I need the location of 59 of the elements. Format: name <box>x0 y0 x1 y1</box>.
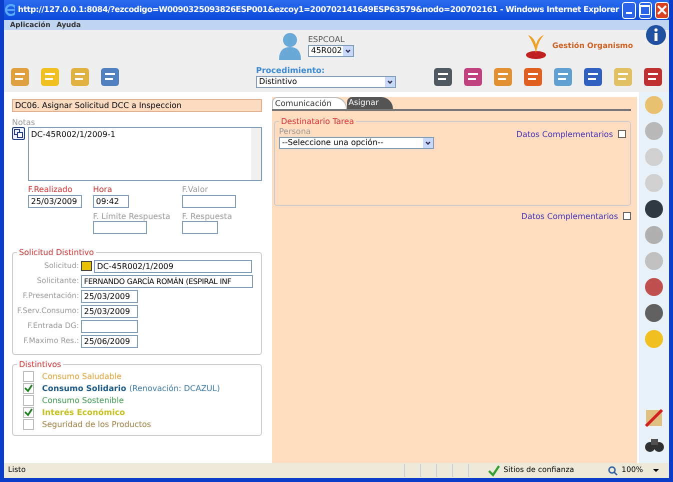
date-label: F.Realizado <box>28 185 74 195</box>
text-field[interactable]: DC-45R002/1/2009 <box>94 260 252 273</box>
checkbox[interactable] <box>23 383 34 394</box>
section-legend: Distintivos <box>17 360 64 370</box>
notes-label: Notas <box>12 118 36 128</box>
checkbox-label: Consumo Saludable <box>42 372 122 382</box>
complementary-data-link[interactable]: Datos Complementarios <box>521 212 618 221</box>
date-field[interactable]: 25/06/2009 <box>81 334 138 348</box>
zoom-icon <box>608 466 618 476</box>
checkbox[interactable] <box>23 407 34 418</box>
date-field[interactable] <box>182 220 218 234</box>
complementary-data-link[interactable]: Datos Complementarios <box>516 130 613 139</box>
minimize-button[interactable] <box>622 2 636 18</box>
date-field[interactable]: 09:42 <box>93 194 129 208</box>
chevron-down-icon[interactable] <box>385 76 395 87</box>
date-label: Hora <box>93 185 114 195</box>
date-label: F.Valor <box>182 185 210 195</box>
user-name: ESPCOAL <box>308 35 346 45</box>
checkbox[interactable] <box>23 419 34 430</box>
checkbox-label: Interés Económico <box>42 408 126 418</box>
user-icon <box>278 32 302 60</box>
chevron-down-icon[interactable] <box>423 138 433 148</box>
lookup-icon[interactable] <box>81 261 92 272</box>
expand-icon[interactable] <box>623 212 631 220</box>
person-dropdown[interactable]: --Seleccione una opción-- <box>279 136 434 149</box>
unit-dropdown[interactable]: 45R002 <box>308 44 354 57</box>
info-icon[interactable] <box>645 24 667 46</box>
checkbox-label: Consumo Sostenible <box>42 396 124 406</box>
tab[interactable]: Comunicación <box>272 97 347 110</box>
maximize-button[interactable] <box>638 2 652 18</box>
section-legend: Solicitud Distintivo <box>17 248 96 257</box>
notes-button[interactable] <box>12 127 25 140</box>
chevron-down-icon[interactable] <box>343 46 353 56</box>
date-field[interactable]: 25/03/2009 <box>81 290 138 303</box>
close-button[interactable] <box>655 2 669 18</box>
date-label: F. Respuesta <box>182 212 233 221</box>
checkmark-icon <box>488 464 500 476</box>
person-label: Persona <box>279 127 312 137</box>
checkbox[interactable] <box>23 395 34 406</box>
procedure-label: Procedimiento: <box>256 66 326 76</box>
renewal-note: (Renovación: DCAZUL) <box>129 384 220 394</box>
date-field[interactable]: 25/03/2009 <box>28 194 82 208</box>
checkbox[interactable] <box>23 371 34 382</box>
task-title: DC06. Asignar Solicitud DCC a Inspeccion <box>12 99 262 112</box>
date-field[interactable] <box>81 320 138 333</box>
date-field[interactable]: 25/03/2009 <box>81 304 138 318</box>
expand-icon[interactable] <box>618 130 626 138</box>
date-field[interactable] <box>93 220 147 234</box>
date-label: F. Límite Respuesta <box>93 212 172 221</box>
section-legend: Destinatario Tarea <box>279 117 356 126</box>
logo-icon <box>524 33 548 59</box>
checkbox-label: Consumo Solidario <box>42 384 126 394</box>
browser-icon <box>4 3 15 17</box>
window-title: http://127.0.0.1:8084/?ezcodigo=W0090325093826ESP001&ezcoy1=200702141649ESP63579&nodo=200702161 - Windows Internet Explorer <box>18 5 619 15</box>
checkbox-label: Seguridad de los Productos <box>42 420 152 430</box>
tab[interactable]: Asignar <box>346 97 393 110</box>
date-field[interactable] <box>182 194 236 208</box>
notes-field[interactable]: DC-45R002/1/2009-1 <box>28 127 262 182</box>
procedure-dropdown[interactable]: Distintivo <box>256 76 396 88</box>
